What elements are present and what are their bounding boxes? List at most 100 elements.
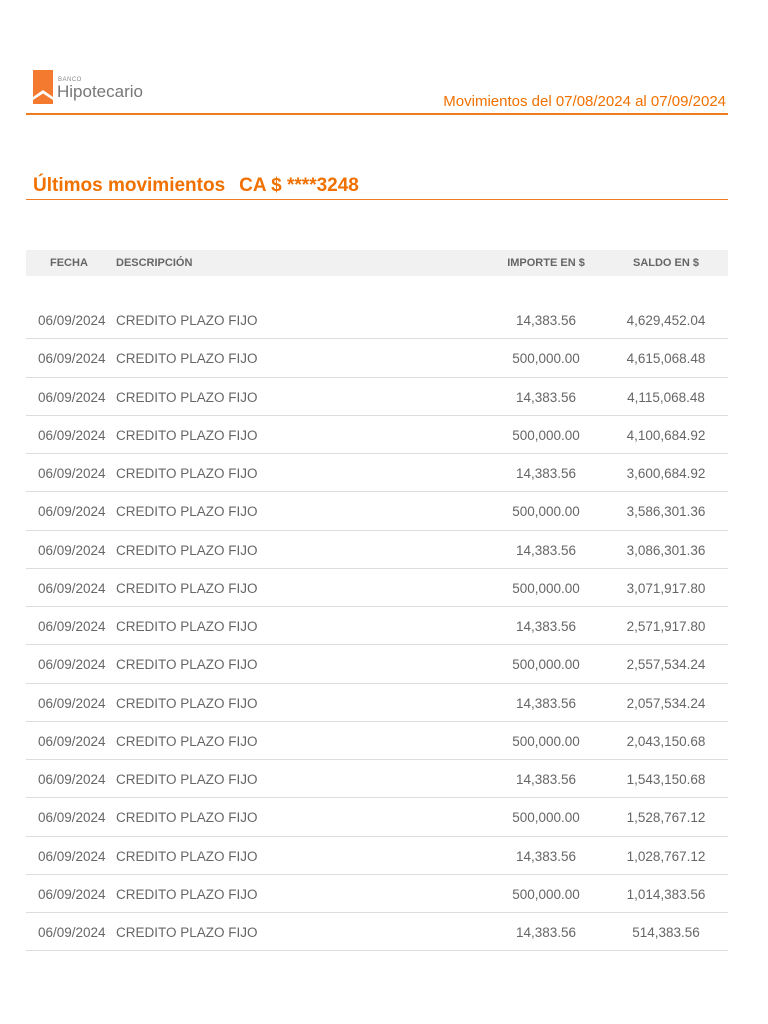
cell-balance: 2,057,534.24 <box>626 695 706 711</box>
cell-balance: 514,383.56 <box>632 925 700 940</box>
column-header-descripcion: DESCRIPCIÓN <box>116 257 193 269</box>
table-row: 06/09/2024 CREDITO PLAZO FIJO 500,000.00 1,… <box>26 875 728 913</box>
cell-amount: 14,383.56 <box>515 848 577 864</box>
column-header-saldo: SALDO EN $ <box>632 257 699 269</box>
cell-balance: 4,629,452.04 <box>626 313 706 328</box>
table-row: 06/09/2024 CREDITO PLAZO FIJO 14,383.56 514… <box>26 913 728 952</box>
table-row: 06/09/2024 CREDITO PLAZO FIJO 14,383.56 2,0… <box>26 684 728 722</box>
cell-description: CREDITO PLAZO FIJO <box>116 504 258 520</box>
cell-balance: 3,586,301.36 <box>626 504 706 520</box>
cell-amount: 500,000.00 <box>512 504 580 520</box>
column-header-fecha: FECHA <box>50 257 88 269</box>
table-row: 06/09/2024 CREDITO PLAZO FIJO 500,000.00 3,… <box>26 492 728 531</box>
movements-table: 06/09/2024 CREDITO PLAZO FIJO 14,383.56 4,6… <box>26 301 728 952</box>
cell-balance: 1,014,383.56 <box>626 886 706 902</box>
table-row: 06/09/2024 CREDITO PLAZO FIJO 14,383.56 1,5… <box>26 760 728 799</box>
cell-description: CREDITO PLAZO FIJO <box>116 886 258 902</box>
cell-balance: 3,086,301.36 <box>626 542 706 558</box>
logo-banco-text: BANCO <box>58 77 82 83</box>
cell-description: CREDITO PLAZO FIJO <box>116 389 258 405</box>
cell-amount: 14,383.56 <box>515 619 577 634</box>
cell-date: 06/09/2024 <box>38 657 106 673</box>
cell-date: 06/09/2024 <box>38 772 106 787</box>
cell-balance: 3,600,684.92 <box>626 466 706 481</box>
cell-balance: 3,071,917.80 <box>626 580 706 596</box>
cell-date: 06/09/2024 <box>38 925 106 940</box>
table-row: 06/09/2024 CREDITO PLAZO FIJO 14,383.56 1,0… <box>26 837 728 875</box>
cell-amount: 14,383.56 <box>515 542 577 558</box>
header-divider <box>26 113 728 115</box>
logo-bank-name: Hipotecario <box>57 82 143 101</box>
cell-date: 06/09/2024 <box>38 389 106 405</box>
cell-date: 06/09/2024 <box>38 848 106 864</box>
cell-date: 06/09/2024 <box>38 810 106 826</box>
cell-amount: 14,383.56 <box>515 389 577 405</box>
cell-date: 06/09/2024 <box>38 427 106 443</box>
cell-date: 06/09/2024 <box>38 542 106 558</box>
cell-date: 06/09/2024 <box>38 619 106 634</box>
table-row: 06/09/2024 CREDITO PLAZO FIJO 500,000.00 2,… <box>26 722 728 760</box>
cell-amount: 500,000.00 <box>512 810 580 826</box>
cell-description: CREDITO PLAZO FIJO <box>116 848 258 864</box>
cell-date: 06/09/2024 <box>38 313 106 328</box>
table-row: 06/09/2024 CREDITO PLAZO FIJO 500,000.00 4,… <box>26 339 728 378</box>
cell-amount: 500,000.00 <box>512 733 580 749</box>
cell-balance: 4,115,068.48 <box>627 389 705 405</box>
cell-amount: 14,383.56 <box>515 695 577 711</box>
cell-balance: 4,100,684.92 <box>626 427 706 443</box>
cell-balance: 2,043,150.68 <box>626 733 706 749</box>
cell-balance: 1,543,150.68 <box>626 772 706 787</box>
table-row: 06/09/2024 CREDITO PLAZO FIJO 14,383.56 4,1… <box>26 378 728 416</box>
cell-amount: 500,000.00 <box>512 886 580 902</box>
table-row: 06/09/2024 CREDITO PLAZO FIJO 14,383.56 2,5… <box>26 607 728 646</box>
table-row: 06/09/2024 CREDITO PLAZO FIJO 500,000.00 2,… <box>26 645 728 684</box>
cell-description: CREDITO PLAZO FIJO <box>116 695 258 711</box>
table-header: FECHA DESCRIPCIÓN IMPORTE EN $ SALDO EN … <box>26 250 728 276</box>
account-label: CA $ ****3248 <box>239 175 359 196</box>
cell-description: CREDITO PLAZO FIJO <box>116 466 258 481</box>
logo-roof-icon <box>33 70 53 104</box>
cell-date: 06/09/2024 <box>38 733 106 749</box>
cell-amount: 500,000.00 <box>512 657 580 673</box>
cell-description: CREDITO PLAZO FIJO <box>116 619 258 634</box>
cell-description: CREDITO PLAZO FIJO <box>116 772 258 787</box>
cell-date: 06/09/2024 <box>38 695 106 711</box>
cell-date: 06/09/2024 <box>38 886 106 902</box>
table-row: 06/09/2024 CREDITO PLAZO FIJO 500,000.00 3,… <box>26 569 728 607</box>
table-row: 06/09/2024 CREDITO PLAZO FIJO 500,000.00 1,… <box>26 798 728 837</box>
cell-description: CREDITO PLAZO FIJO <box>116 925 258 940</box>
cell-amount: 14,383.56 <box>515 772 577 787</box>
cell-description: CREDITO PLAZO FIJO <box>116 542 258 558</box>
cell-description: CREDITO PLAZO FIJO <box>116 810 258 826</box>
cell-amount: 500,000.00 <box>512 427 580 443</box>
cell-date: 06/09/2024 <box>38 504 106 520</box>
cell-amount: 500,000.00 <box>512 580 580 596</box>
cell-amount: 14,383.56 <box>515 466 577 481</box>
cell-balance: 4,615,068.48 <box>626 351 706 367</box>
cell-description: CREDITO PLAZO FIJO <box>116 657 258 673</box>
cell-description: CREDITO PLAZO FIJO <box>116 580 258 596</box>
bank-logo: BANCO Hipotecario <box>33 70 143 104</box>
cell-balance: 2,571,917.80 <box>626 619 706 634</box>
cell-amount: 500,000.00 <box>512 351 580 367</box>
table-row: 06/09/2024 CREDITO PLAZO FIJO 500,000.00 4,… <box>26 416 728 454</box>
cell-description: CREDITO PLAZO FIJO <box>116 351 258 367</box>
cell-date: 06/09/2024 <box>38 466 106 481</box>
table-row: 06/09/2024 CREDITO PLAZO FIJO 14,383.56 4,6… <box>26 301 728 340</box>
title-divider <box>26 199 728 200</box>
table-row: 06/09/2024 CREDITO PLAZO FIJO 14,383.56 3,6… <box>26 454 728 493</box>
section-title-label: Últimos movimientos <box>33 175 226 196</box>
cell-description: CREDITO PLAZO FIJO <box>116 733 258 749</box>
cell-balance: 2,557,534.24 <box>626 657 706 673</box>
table-row: 06/09/2024 CREDITO PLAZO FIJO 14,383.56 3,0… <box>26 531 728 569</box>
cell-amount: 14,383.56 <box>515 313 577 328</box>
cell-date: 06/09/2024 <box>38 580 106 596</box>
statement-period: Movimientos del 07/08/2024 al 07/09/2024 <box>443 93 726 110</box>
cell-date: 06/09/2024 <box>38 351 106 367</box>
cell-description: CREDITO PLAZO FIJO <box>116 313 258 328</box>
section-title: Últimos movimientos CA $ ****3248 <box>33 175 359 197</box>
cell-description: CREDITO PLAZO FIJO <box>116 427 258 443</box>
cell-balance: 1,028,767.12 <box>626 848 706 864</box>
cell-balance: 1,528,767.12 <box>626 810 706 826</box>
column-header-importe: IMPORTE EN $ <box>507 257 585 269</box>
